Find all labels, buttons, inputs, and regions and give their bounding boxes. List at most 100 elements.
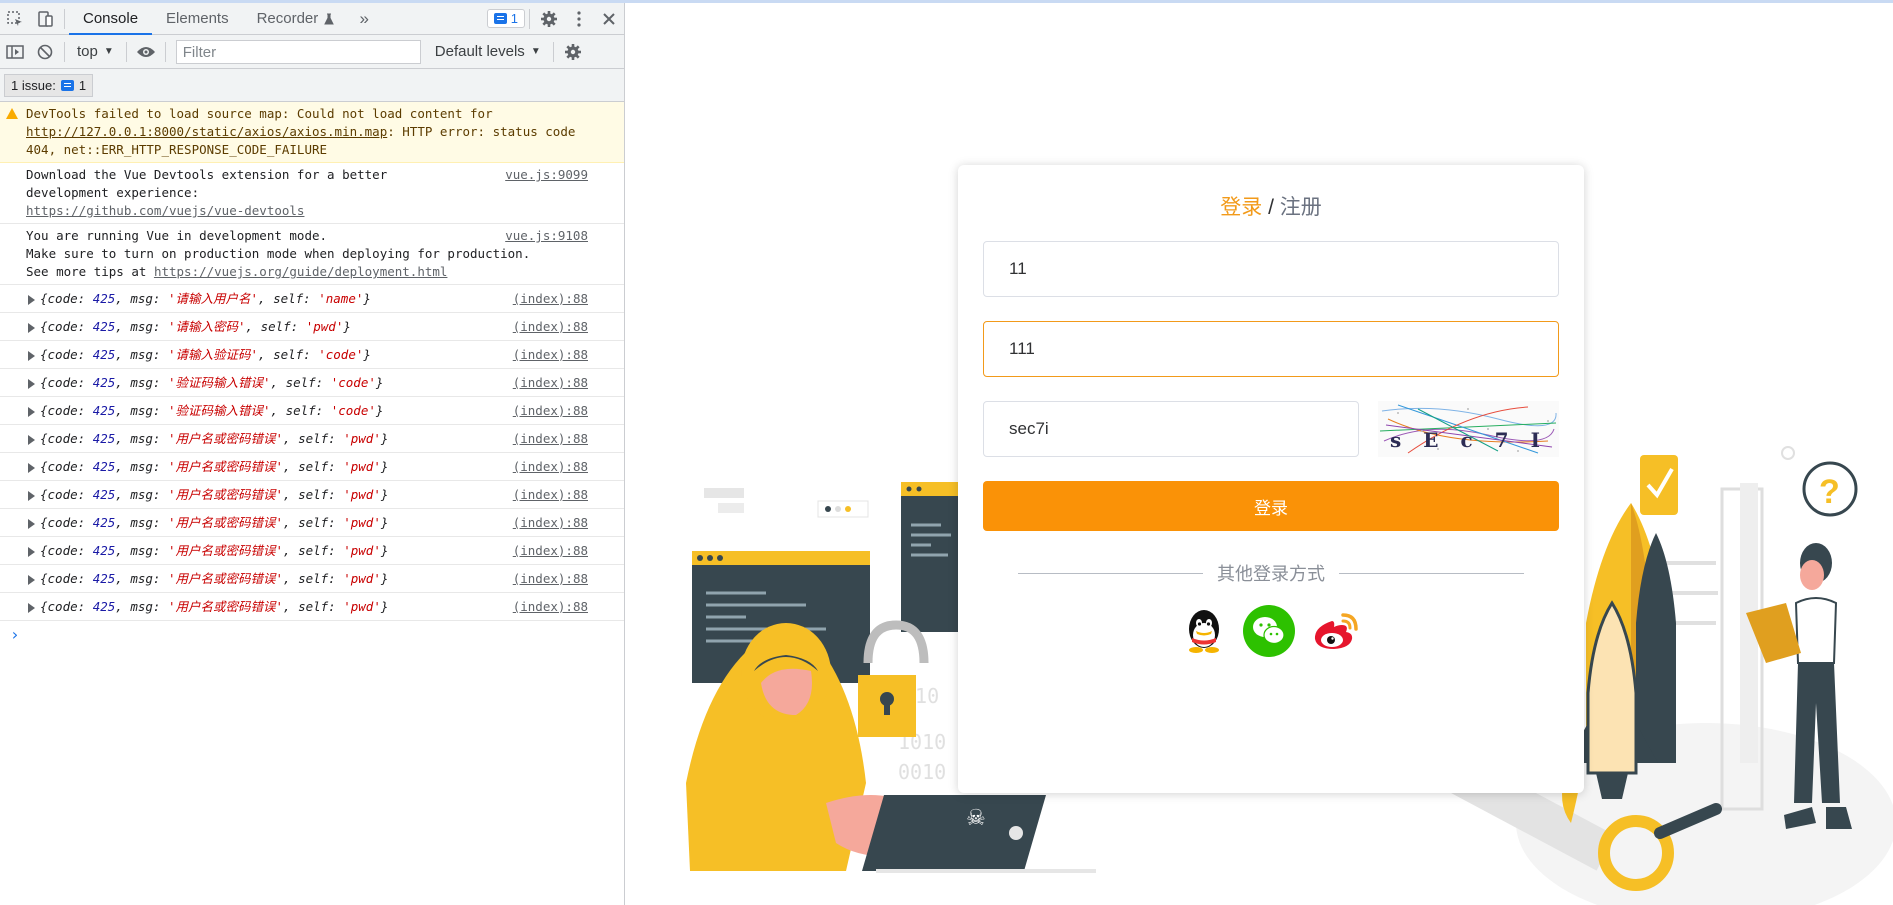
expand-triangle-icon[interactable]	[28, 407, 35, 417]
source-link[interactable]: (index):88	[513, 540, 588, 562]
login-tab-link[interactable]: 登录	[1220, 196, 1262, 219]
console-object-row[interactable]: (index):88 {code: 425, msg: '用户名或密码错误', s…	[0, 537, 624, 565]
messages-count: 1	[510, 11, 518, 26]
console-object-row[interactable]: (index):88 {code: 425, msg: '用户名或密码错误', s…	[0, 425, 624, 453]
expand-triangle-icon[interactable]	[28, 491, 35, 501]
console-settings-gear-icon[interactable]	[558, 36, 588, 68]
log-levels-selector[interactable]: Default levels ▼	[427, 43, 549, 60]
issues-bar: 1 issue: 1	[0, 69, 624, 102]
obj-self: 'name'	[318, 291, 364, 306]
console-object-row[interactable]: (index):88 {code: 425, msg: '请输入密码', self…	[0, 313, 624, 341]
live-expression-eye-icon[interactable]	[131, 36, 161, 68]
clear-console-icon[interactable]	[30, 36, 60, 68]
source-link[interactable]: (index):88	[513, 596, 588, 618]
console-object-row[interactable]: (index):88 {code: 425, msg: '用户名或密码错误', s…	[0, 593, 624, 621]
obj-msg: '用户名或密码错误'	[167, 515, 284, 530]
username-input[interactable]: 11	[983, 241, 1559, 297]
tab-elements-label: Elements	[166, 10, 229, 27]
source-link[interactable]: (index):88	[513, 316, 588, 338]
console-object-row[interactable]: (index):88 {code: 425, msg: '用户名或密码错误', s…	[0, 565, 624, 593]
console-object-list: (index):88 {code: 425, msg: '请输入用户名', sel…	[0, 285, 624, 621]
obj-msg: '请输入用户名'	[167, 291, 259, 306]
expand-triangle-icon[interactable]	[28, 603, 35, 613]
console-object-row[interactable]: (index):88 {code: 425, msg: '验证码输入错误', se…	[0, 397, 624, 425]
obj-code: 425	[92, 571, 116, 586]
expand-triangle-icon[interactable]	[28, 575, 35, 585]
inspect-element-icon[interactable]	[0, 3, 30, 35]
expand-triangle-icon[interactable]	[28, 351, 35, 361]
kebab-menu-icon[interactable]	[564, 3, 594, 35]
source-link[interactable]: vue.js:9108	[505, 227, 588, 245]
console-log-vue-devtools: vue.js:9099 Download the Vue Devtools ex…	[0, 163, 624, 224]
weibo-icon[interactable]	[1310, 605, 1362, 657]
obj-code: 425	[92, 291, 116, 306]
source-link[interactable]: vue.js:9099	[505, 166, 588, 184]
obj-code: 425	[92, 347, 116, 362]
svg-text:☠: ☠	[966, 805, 986, 830]
source-link[interactable]: (index):88	[513, 400, 588, 422]
console-object-row[interactable]: (index):88 {code: 425, msg: '请输入用户名', sel…	[0, 285, 624, 313]
obj-msg: '用户名或密码错误'	[167, 571, 284, 586]
obj-msg: '请输入验证码'	[167, 347, 259, 362]
console-object-row[interactable]: (index):88 {code: 425, msg: '请输入验证码', sel…	[0, 341, 624, 369]
expand-triangle-icon[interactable]	[28, 463, 35, 473]
login-submit-button[interactable]: 登录	[983, 481, 1559, 531]
expand-triangle-icon[interactable]	[28, 379, 35, 389]
obj-self: 'pwd'	[343, 571, 381, 586]
tab-console[interactable]: Console	[69, 3, 153, 35]
tab-recorder-label: Recorder	[256, 10, 319, 27]
close-icon[interactable]	[594, 3, 624, 35]
log-text: See more tips at	[26, 264, 154, 279]
expand-triangle-icon[interactable]	[28, 519, 35, 529]
dropdown-arrow-icon: ▼	[530, 46, 541, 57]
expand-triangle-icon[interactable]	[28, 323, 35, 333]
console-object-row[interactable]: (index):88 {code: 425, msg: '用户名或密码错误', s…	[0, 481, 624, 509]
vue-devtools-link[interactable]: https://github.com/vuejs/vue-devtools	[26, 203, 304, 218]
issues-label: 1 issue:	[11, 77, 56, 93]
expand-triangle-icon[interactable]	[28, 435, 35, 445]
source-link[interactable]: (index):88	[513, 344, 588, 366]
title-separator: /	[1262, 196, 1280, 219]
vue-deployment-link[interactable]: https://vuejs.org/guide/deployment.html	[154, 264, 448, 279]
source-link[interactable]: (index):88	[513, 568, 588, 590]
source-link[interactable]: (index):88	[513, 512, 588, 534]
source-link[interactable]: (index):88	[513, 428, 588, 450]
filter-input[interactable]: Filter	[175, 39, 421, 64]
log-text: Download the Vue Devtools extension for …	[26, 167, 388, 200]
divider-line	[1339, 572, 1524, 574]
register-tab-link[interactable]: 注册	[1280, 196, 1322, 219]
captcha-input[interactable]: sec7i	[983, 401, 1359, 457]
expand-triangle-icon[interactable]	[28, 547, 35, 557]
wechat-icon[interactable]	[1195, 605, 1247, 657]
source-link[interactable]: (index):88	[513, 372, 588, 394]
issues-count: 1	[78, 77, 87, 93]
sidebar-toggle-icon[interactable]	[0, 36, 30, 68]
password-input[interactable]: 111	[983, 321, 1559, 377]
obj-code: 425	[92, 487, 116, 502]
console-object-row[interactable]: (index):88 {code: 425, msg: '用户名或密码错误', s…	[0, 453, 624, 481]
console-object-row[interactable]: (index):88 {code: 425, msg: '用户名或密码错误', s…	[0, 509, 624, 537]
issues-link[interactable]: 1 issue: 1	[4, 73, 94, 97]
obj-self: 'pwd'	[343, 459, 381, 474]
tab-recorder[interactable]: Recorder	[243, 3, 350, 35]
wechat-icon[interactable]	[1243, 605, 1295, 657]
expand-triangle-icon[interactable]	[28, 295, 35, 305]
log-text: Make sure to turn on production mode whe…	[26, 246, 531, 261]
settings-gear-icon[interactable]	[534, 3, 564, 35]
captcha-image[interactable]: sEc7I	[1378, 401, 1559, 457]
more-tabs-icon[interactable]: »	[349, 3, 379, 35]
tab-elements[interactable]: Elements	[152, 3, 243, 35]
obj-msg: '用户名或密码错误'	[167, 599, 284, 614]
issue-icon	[60, 79, 74, 91]
console-object-row[interactable]: (index):88 {code: 425, msg: '验证码输入错误', se…	[0, 369, 624, 397]
source-link[interactable]: (index):88	[513, 484, 588, 506]
messages-badge[interactable]: 1	[486, 9, 525, 28]
obj-msg: '验证码输入错误'	[167, 375, 271, 390]
context-selector[interactable]: top ▼	[69, 43, 122, 60]
console-prompt[interactable]: ›	[0, 621, 624, 648]
device-toolbar-icon[interactable]	[30, 3, 60, 35]
warning-url-link[interactable]: http://127.0.0.1:8000/static/axios/axios…	[26, 124, 387, 139]
source-link[interactable]: (index):88	[513, 456, 588, 478]
login-page: 010 1010 0010 ☠ ? 登录 / 注册 11 111 sec7i s…	[626, 3, 1893, 905]
source-link[interactable]: (index):88	[513, 288, 588, 310]
